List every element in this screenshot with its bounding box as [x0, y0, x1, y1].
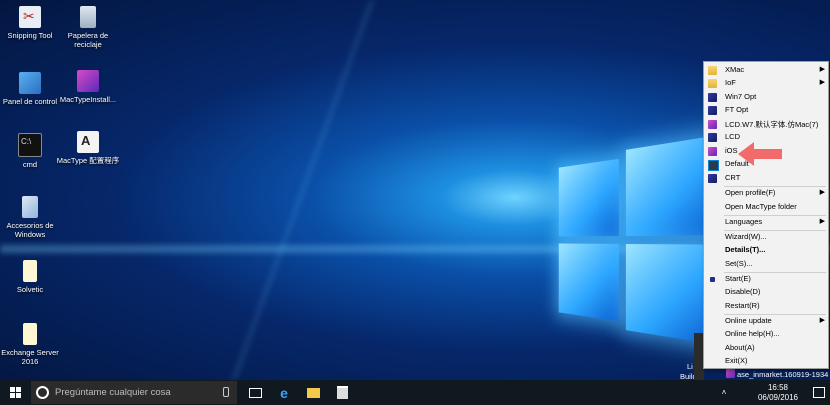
store-taskbar-button[interactable] [330, 380, 354, 405]
action-center-button[interactable] [808, 380, 830, 405]
annotation-arrow-icon [738, 142, 782, 166]
menu-item-disable[interactable]: Disable(D) [704, 286, 828, 299]
cmd-icon: C:\ [18, 133, 42, 157]
menu-item-set[interactable]: Set(S)... [704, 258, 828, 271]
task-view-icon [248, 387, 262, 398]
desktop-icon-exchange-server[interactable]: Exchange Server 2016 [0, 323, 65, 366]
mactype-icon [708, 174, 717, 183]
mactype-tray-icon[interactable] [726, 369, 735, 378]
folder-icon [708, 66, 717, 75]
desktop-icon-label: MacType 配置程序 [56, 156, 120, 165]
desktop-icon-recycle-bin[interactable]: Papelera de reciclaje [53, 6, 123, 49]
tray-tooltip: ase_inmarket.160919-1934 [737, 370, 829, 379]
submenu-arrow-icon: ▶ [819, 66, 825, 73]
desktop-icon-label: Exchange Server 2016 [1, 348, 59, 366]
menu-item-xmac[interactable]: XMac ▶ [704, 64, 828, 77]
desktop-icon-mactype-config[interactable]: A MacType 配置程序 [53, 131, 123, 165]
notification-icon [813, 387, 825, 398]
monitor-icon [708, 160, 719, 171]
windows-start-icon [10, 387, 21, 398]
menu-item-ft-opt[interactable]: FT Opt [704, 104, 828, 117]
tray-arrow-button[interactable]: ˄ [718, 380, 730, 405]
folder-icon [708, 79, 717, 88]
menu-item-languages[interactable]: Languages ▶ [704, 216, 828, 229]
menu-item-details[interactable]: Details(T)... [704, 244, 828, 257]
checked-indicator-icon [710, 277, 715, 282]
menu-item-online-update[interactable]: Online update ▶ [704, 315, 828, 328]
start-button[interactable] [0, 380, 31, 405]
document-icon [23, 323, 37, 345]
menu-item-lcd-w7[interactable]: LCD.W7.默认字体.仿Mac(7) [704, 118, 828, 131]
menu-item-wizard[interactable]: Wizard(W)... [704, 231, 828, 244]
menu-item-exit[interactable]: Exit(X) [704, 355, 828, 368]
mactype-installer-icon [77, 70, 99, 92]
submenu-arrow-icon: ▶ [819, 189, 825, 196]
clock[interactable]: 16:58 06/09/2016 [750, 380, 806, 405]
mactype-icon [708, 120, 717, 129]
desktop-icon-label: Papelera de reciclaje [67, 31, 109, 49]
mactype-context-menu: XMac ▶ IoF ▶ Win7 Opt FT Opt LCD.W7.默认字体.仿… [703, 61, 829, 369]
document-icon [23, 260, 37, 282]
submenu-arrow-icon: ▶ [819, 79, 825, 86]
watermark-text: Li [687, 362, 693, 371]
control-panel-icon [19, 72, 41, 94]
folder-accessories-icon [22, 196, 38, 218]
clock-date: 06/09/2016 [757, 392, 799, 402]
scissors-icon: ✂ [19, 6, 41, 28]
chevron-up-icon: ˄ [721, 388, 727, 397]
submenu-arrow-icon: ▶ [819, 218, 825, 225]
desktop-icon-label: Solvetic [16, 285, 44, 294]
menu-item-crt[interactable]: CRT [704, 172, 828, 185]
menu-item-online-help[interactable]: Online help(H)... [704, 328, 828, 341]
mactype-config-icon: A [77, 131, 99, 153]
desktop-icon-label: MacTypeInstall... [59, 95, 117, 104]
desktop-icon-label: Accesorios de Windows [6, 221, 54, 239]
recycle-bin-icon [80, 6, 96, 28]
desktop-icon-windows-accessories[interactable]: Accesorios de Windows [0, 196, 65, 239]
task-view-button[interactable] [243, 380, 267, 405]
file-explorer-taskbar-button[interactable] [301, 380, 325, 405]
windows-logo-wallpaper [558, 136, 712, 344]
menu-item-about[interactable]: About(A) [704, 342, 828, 355]
mactype-icon [708, 93, 717, 102]
clock-time: 16:58 [767, 382, 789, 392]
menu-item-win7-opt[interactable]: Win7 Opt [704, 91, 828, 104]
submenu-arrow-icon: ▶ [819, 317, 825, 324]
menu-item-iof[interactable]: IoF ▶ [704, 77, 828, 90]
menu-item-open-mactype-folder[interactable]: Open MacType folder [704, 201, 828, 214]
menu-item-open-profile[interactable]: Open profile(F) ▶ [704, 187, 828, 200]
desktop-icon-mactype-installer[interactable]: MacTypeInstall... [53, 70, 123, 104]
file-explorer-icon [306, 387, 320, 398]
search-box[interactable]: Pregúntame cualquier cosa [31, 381, 237, 404]
desktop-icon-solvetic[interactable]: Solvetic [0, 260, 65, 294]
edge-icon: e [280, 384, 288, 401]
microphone-icon [223, 387, 229, 397]
mactype-icon [708, 106, 717, 115]
store-icon [336, 386, 348, 399]
menu-item-start[interactable]: Start(E) [704, 273, 828, 286]
menu-item-restart[interactable]: Restart(R) [704, 300, 828, 313]
search-placeholder: Pregúntame cualquier cosa [55, 387, 171, 398]
mactype-pink-icon [708, 147, 717, 156]
edge-taskbar-button[interactable]: e [272, 380, 296, 405]
light-beam [230, 0, 376, 380]
mactype-icon [708, 133, 717, 142]
cortana-icon [36, 386, 49, 399]
